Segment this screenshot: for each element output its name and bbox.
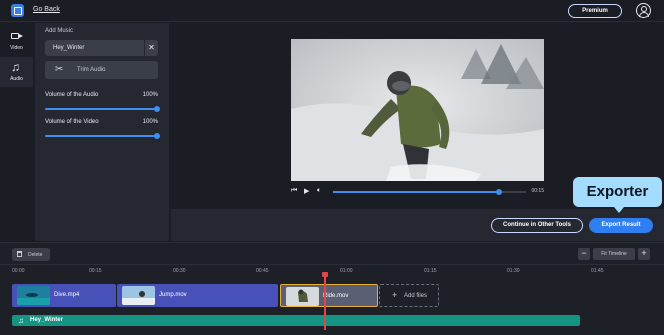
video-preview[interactable] bbox=[291, 39, 544, 181]
snowboarder-frame-image bbox=[291, 39, 544, 181]
ruler-tick: 01:45 bbox=[591, 268, 604, 274]
video-camera-icon bbox=[11, 33, 23, 39]
go-back-link[interactable]: Go Back bbox=[33, 6, 60, 13]
timeline: Delete − Fit Timeline + 00:00 00:15 00:3… bbox=[0, 242, 664, 335]
playback-progress[interactable] bbox=[333, 189, 526, 195]
play-icon[interactable]: ▶ bbox=[304, 187, 309, 195]
action-bar: Continue in Other Tools Export Result bbox=[171, 209, 664, 241]
timeline-clip-jump[interactable]: Jump.mov bbox=[117, 284, 278, 307]
premium-button[interactable]: Premium bbox=[568, 4, 622, 18]
progress-handle[interactable] bbox=[495, 189, 502, 195]
video-volume-label: Volume of the Video bbox=[45, 119, 99, 125]
clip-thumbnail bbox=[286, 287, 319, 306]
export-result-button[interactable]: Export Result bbox=[589, 218, 653, 233]
left-nav: Video ♫ Audio bbox=[0, 23, 33, 241]
clip-name: Jump.mov bbox=[159, 292, 187, 298]
slider-handle[interactable] bbox=[154, 133, 160, 139]
ruler-tick: 00:00 bbox=[12, 268, 25, 274]
trash-icon bbox=[17, 251, 22, 257]
slider-handle[interactable] bbox=[154, 106, 160, 112]
trim-audio-button[interactable]: ✂ Trim Audio bbox=[45, 61, 158, 79]
nav-item-audio[interactable]: ♫ Audio bbox=[0, 57, 33, 87]
ruler-tick: 01:00 bbox=[340, 268, 353, 274]
nav-item-label: Audio bbox=[10, 76, 23, 82]
add-music-panel: Add Music Hey_Winter ✕ ✂ Trim Audio Volu… bbox=[35, 23, 169, 241]
music-note-icon: ♫ bbox=[18, 316, 24, 325]
audio-volume-label: Volume of the Audio bbox=[45, 92, 99, 98]
skip-back-icon[interactable]: ⏮ bbox=[291, 187, 297, 195]
timeline-clip-dive[interactable]: Dive.mp4 bbox=[12, 284, 116, 307]
playback-time: 00:15 bbox=[531, 188, 544, 194]
audio-track-name: Hey_Winter bbox=[30, 317, 63, 323]
nav-item-label: Video bbox=[10, 45, 23, 51]
audio-track[interactable]: ♫ Hey_Winter bbox=[12, 315, 580, 326]
ruler-tick: 00:45 bbox=[256, 268, 269, 274]
ruler-tick: 01:30 bbox=[507, 268, 520, 274]
timeline-ruler[interactable]: 00:00 00:15 00:30 00:45 01:00 01:15 01:3… bbox=[0, 264, 664, 276]
add-files-button[interactable]: + Add files bbox=[379, 284, 439, 307]
music-file-field[interactable]: Hey_Winter ✕ bbox=[45, 40, 158, 56]
clip-name: Ride.mov bbox=[323, 293, 349, 299]
delete-button[interactable]: Delete bbox=[12, 248, 50, 261]
music-file-name: Hey_Winter bbox=[53, 45, 85, 51]
audio-volume-slider[interactable] bbox=[45, 106, 160, 112]
fit-timeline-button[interactable]: Fit Timeline bbox=[593, 248, 635, 260]
player-controls: ⏮ ▶ 🔈︎ 00:15 bbox=[291, 186, 544, 196]
progress-fill bbox=[333, 191, 499, 193]
video-volume-value: 100% bbox=[142, 119, 158, 125]
remove-music-icon[interactable]: ✕ bbox=[144, 40, 158, 56]
clip-name: Dive.mp4 bbox=[54, 292, 80, 298]
ruler-tick: 00:30 bbox=[173, 268, 186, 274]
app-logo-icon bbox=[11, 4, 24, 17]
music-note-icon: ♫ bbox=[11, 60, 20, 74]
clip-thumbnail bbox=[17, 286, 50, 305]
trim-audio-label: Trim Audio bbox=[77, 67, 106, 73]
exporter-callout: Exporter bbox=[573, 177, 662, 213]
add-files-label: Add files bbox=[404, 293, 428, 299]
clip-thumbnail bbox=[122, 286, 155, 305]
ruler-tick: 00:15 bbox=[89, 268, 102, 274]
user-avatar-icon[interactable] bbox=[636, 3, 651, 18]
timeline-playhead[interactable] bbox=[322, 272, 328, 330]
top-bar: Go Back Premium bbox=[0, 0, 664, 22]
plus-icon: + bbox=[392, 290, 398, 300]
continue-other-tools-button[interactable]: Continue in Other Tools bbox=[491, 218, 583, 233]
video-volume-slider[interactable] bbox=[45, 133, 160, 139]
zoom-in-button[interactable]: + bbox=[638, 248, 650, 260]
volume-icon[interactable]: 🔈︎ bbox=[317, 187, 321, 195]
zoom-out-button[interactable]: − bbox=[578, 248, 590, 260]
audio-volume-value: 100% bbox=[142, 92, 158, 98]
nav-item-video[interactable]: Video bbox=[0, 26, 33, 56]
timeline-clip-ride[interactable]: Ride.mov bbox=[280, 284, 378, 307]
ruler-tick: 01:15 bbox=[424, 268, 437, 274]
scissors-icon: ✂ bbox=[55, 64, 64, 75]
delete-label: Delete bbox=[28, 252, 43, 258]
panel-title: Add Music bbox=[45, 28, 74, 34]
